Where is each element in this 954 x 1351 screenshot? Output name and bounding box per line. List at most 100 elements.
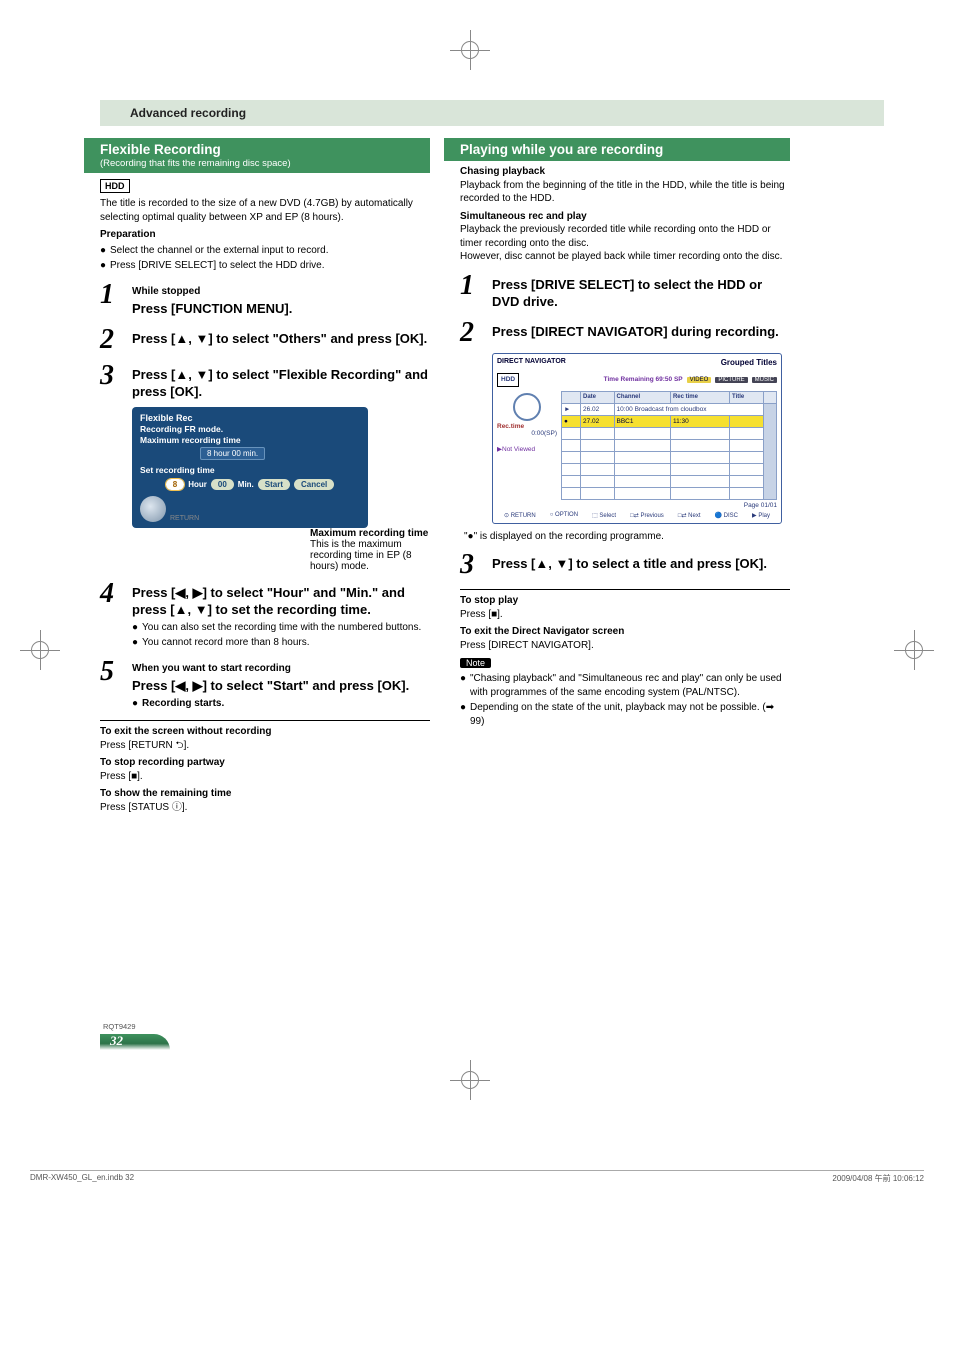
dn-hdd-badge: HDD [497,373,519,387]
dn-remaining: Time Remaining 69:50 SP [523,376,683,383]
dn-footer-option[interactable]: ○ OPTION [550,512,578,519]
dn-tab-video[interactable]: VIDEO [687,377,712,383]
step-1-number: 1 [100,281,122,309]
exit-dn-bold: To exit the Direct Navigator screen [460,625,790,639]
registration-mark-bottom [450,1060,490,1100]
dn-row-2-rec-icon: ● [562,415,581,427]
feature-subtitle: (Recording that fits the remaining disc … [100,158,422,169]
right-step-3-number: 3 [460,551,482,579]
panel-line1: Recording FR mode. [140,424,360,434]
dn-row-empty [562,487,777,499]
dn-footer-return[interactable]: ⊙ RETURN [504,512,536,519]
exit-withoutrec-body: Press [RETURN ⮌]. [100,739,430,753]
step-5-after-text: Recording starts. [142,697,224,711]
dn-page-indicator: Page 01/01 [561,502,777,509]
step-1-note: While stopped [132,285,430,299]
panel-min-value[interactable]: 00 [211,479,234,490]
dn-footer-next[interactable]: □⇄ Next [678,512,701,519]
step-1: 1 While stopped Press [FUNCTION MENU]. [100,281,430,318]
right-column: Playing while you are recording Chasing … [460,138,790,814]
step-5-after: ●Recording starts. [132,697,430,711]
dn-row-empty [562,451,777,463]
preparation-label: Preparation [100,228,430,242]
exit-withoutrec-bold: To exit the screen without recording [100,725,430,739]
dn-row-2-title [730,415,764,427]
panel-hour-value[interactable]: 8 [166,479,184,490]
sim-body1: Playback the previously recorded title w… [460,223,790,250]
step-3-number: 3 [100,362,122,390]
right-step-1: 1 Press [DRIVE SELECT] to select the HDD… [460,272,790,311]
step-2-number: 2 [100,326,122,354]
right-step-1-text: Press [DRIVE SELECT] to select the HDD o… [492,276,790,311]
dn-row-1-date: 26.02 [581,403,615,415]
show-remaining-bold: To show the remaining time [100,787,430,801]
right-step-1-number: 1 [460,272,482,300]
step-5-number: 5 [100,658,122,686]
registration-mark-top [450,30,490,70]
stop-play-bold: To stop play [460,594,790,608]
dn-title-right: Grouped Titles [721,358,777,367]
panel-timebox: 8 hour 00 min. [200,447,265,460]
step-4-text: Press [◀, ▶] to select "Hour" and "Min."… [132,585,405,618]
note-tag: Note [460,658,491,668]
right-step-3-text: Press [▲, ▼] to select a title and press… [492,555,790,573]
dn-footer-prev[interactable]: □⇄ Previous [630,512,664,519]
chasing-bold: Chasing playback [460,165,790,179]
panel-title: Flexible Rec [140,413,360,423]
caption-body: This is the maximum recording time in EP… [310,539,430,572]
dn-col-rectime: Rec time [670,391,729,403]
dn-title-left: DIRECT NAVIGATOR [497,358,566,367]
dn-footer-play[interactable]: ▶ Play [752,512,770,519]
dn-row-2-channel: BBC1 [614,415,670,427]
dn-row-1-play-icon: ► [562,403,581,415]
page-capsule: RQT9429 32 [100,1034,884,1050]
step-2-text: Press [▲, ▼] to select "Others" and pres… [132,330,430,348]
dn-footer-disc[interactable]: 🔵 DISC [715,512,738,519]
dn-row-empty [562,427,777,439]
panel-start-button[interactable]: Start [258,479,290,490]
dn-row-empty [562,463,777,475]
step-5: 5 When you want to start recording Press… [100,658,430,711]
right-step-2-text: Press [DIRECT NAVIGATOR] during recordin… [492,323,790,341]
dn-scrollbar[interactable] [764,403,777,499]
direct-navigator-panel: DIRECT NAVIGATOR Grouped Titles HDD Time… [492,353,782,524]
dn-col-date: Date [581,391,615,403]
caption-bold: Maximum recording time [310,528,430,539]
flexible-rec-panel: Flexible Rec Recording FR mode. Maximum … [132,407,368,528]
hdd-tag: HDD [100,179,130,193]
print-footer: DMR-XW450_GL_en.indb 32 2009/04/08 午前 10… [30,1170,924,1184]
dn-row-empty [562,439,777,451]
right-step-3: 3 Press [▲, ▼] to select a title and pre… [460,551,790,579]
dn-col-channel: Channel [614,391,670,403]
dn-footer-select[interactable]: ⬚ Select [592,512,616,519]
dn-table: Date Channel Rec time Title ► 26.02 10:0… [561,391,777,500]
page-number: 32 [100,1034,170,1050]
panel-hour-label: Hour [188,480,207,489]
feature-title-left: Flexible Recording (Recording that fits … [84,138,430,173]
prep-bullet-2: ●Press [DRIVE SELECT] to select the HDD … [100,259,430,273]
left-column: Flexible Recording (Recording that fits … [100,138,430,814]
step-5-text: Press [◀, ▶] to select "Start" and press… [132,678,409,693]
step-4-bullet-2: ●You cannot record more than 8 hours. [132,636,430,650]
step-4-bullet-1: ●You can also set the recording time wit… [132,621,430,635]
dn-row-2-rt: 11:30 [670,415,729,427]
step-4-bullet-1-text: You can also set the recording time with… [142,621,421,635]
dn-row-1[interactable]: ► 26.02 10:00 Broadcast from cloudbox [562,403,777,415]
note-bullet-1: ●"Chasing playback" and "Simultaneous re… [460,672,790,699]
dn-tab-music[interactable]: MUSIC [752,377,777,383]
dn-row-2[interactable]: ● 27.02 BBC1 11:30 [562,415,777,427]
dn-tab-picture[interactable]: PICTURE [715,377,747,383]
panel-set-label: Set recording time [140,465,360,475]
panel-caption: Maximum recording time This is the maxim… [310,528,430,572]
panel-return-label: RETURN [170,515,199,522]
panel-cancel-button[interactable]: Cancel [294,479,334,490]
dn-not-viewed[interactable]: ▶Not Viewed [497,445,557,453]
chasing-body: Playback from the beginning of the title… [460,179,790,206]
step-4-bullet-2-text: You cannot record more than 8 hours. [142,636,310,650]
dn-rectime-label: Rec.time [497,423,557,430]
panel-line2: Maximum recording time [140,435,360,445]
prep-bullet-2-text: Press [DRIVE SELECT] to select the HDD d… [110,259,325,273]
prep-bullet-1: ●Select the channel or the external inpu… [100,244,430,258]
prep-bullet-1-text: Select the channel or the external input… [110,244,328,258]
print-footer-file: DMR-XW450_GL_en.indb 32 [30,1173,134,1184]
